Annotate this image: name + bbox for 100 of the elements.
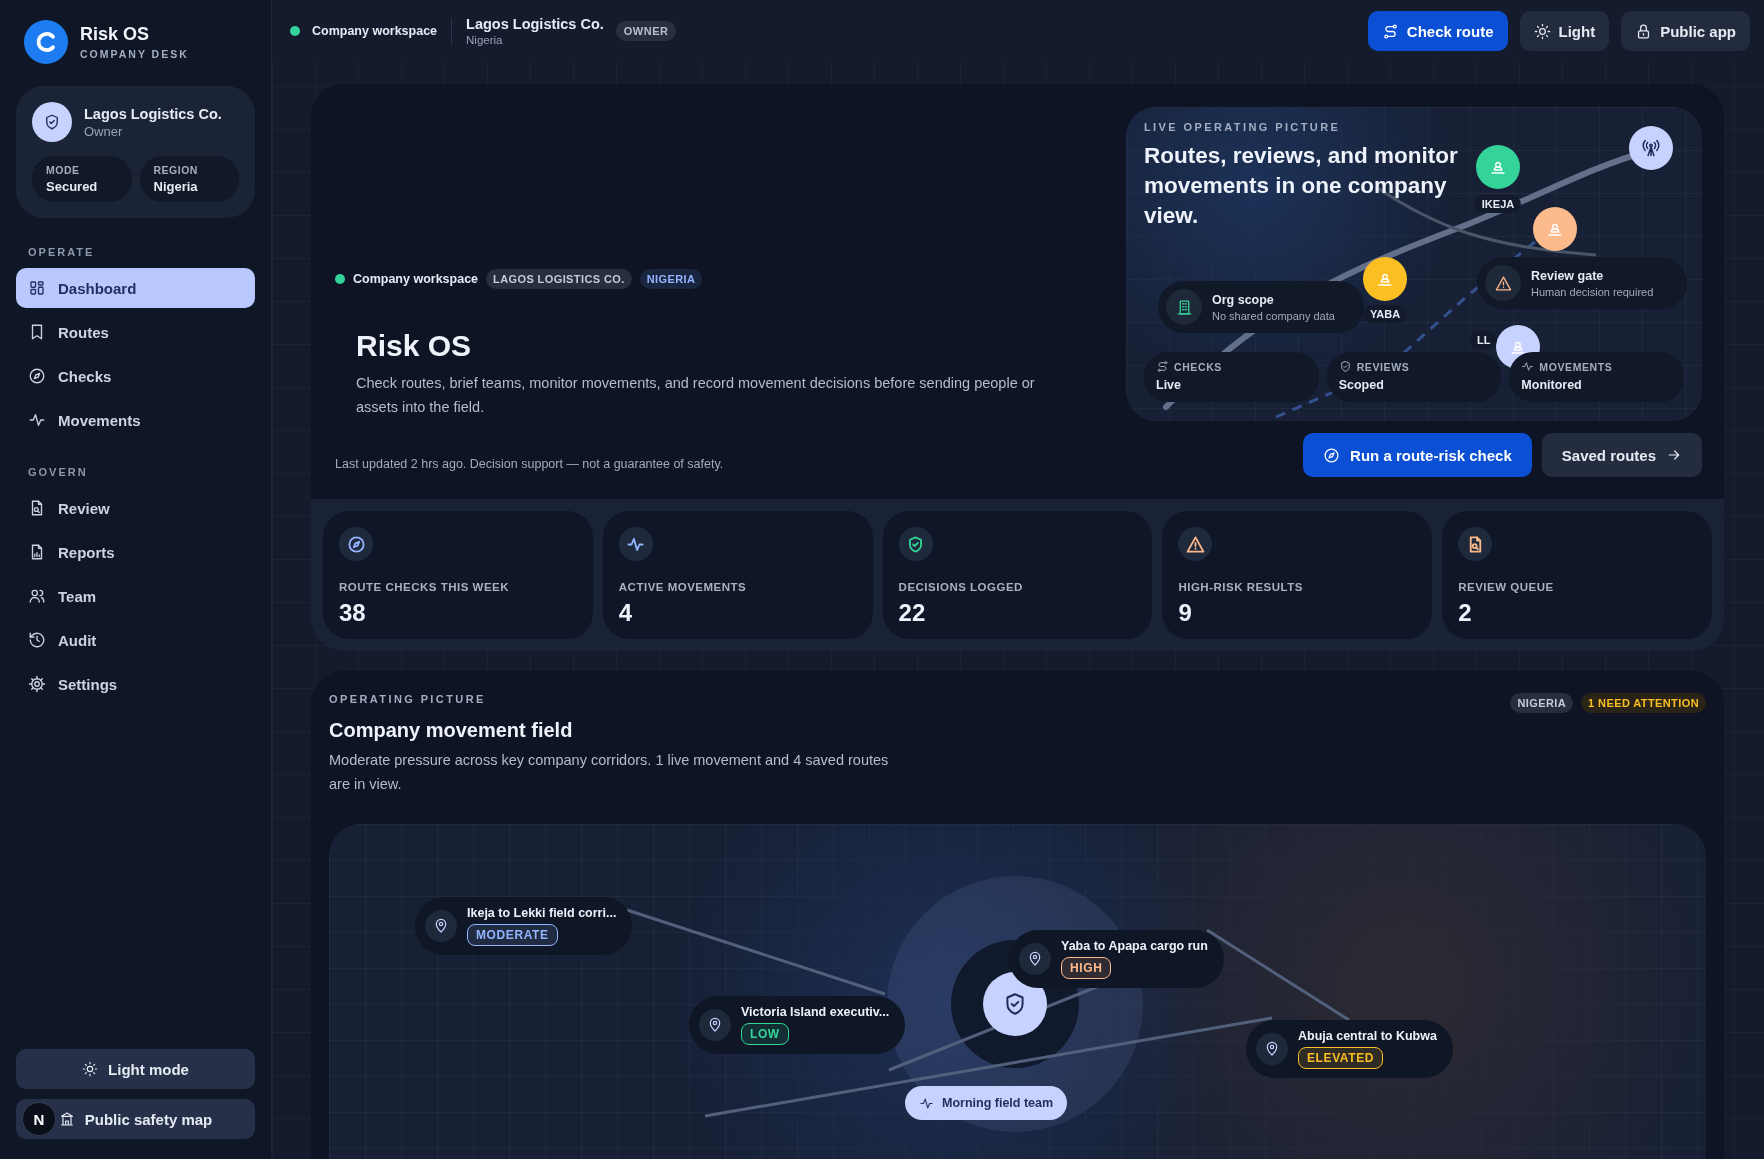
shield-icon (32, 102, 72, 142)
stat-value: 4 (618, 599, 634, 627)
stat-label: REVIEW QUEUE (1458, 581, 1555, 593)
field-label: REGION (153, 164, 199, 176)
route-name: Abuja central to Kubwa (1298, 1029, 1437, 1043)
nav-item[interactable]: Settings (16, 664, 255, 704)
section-description: Moderate pressure across key company corridors. 1 live movement and 4 saved routes are in view. (329, 751, 890, 794)
tag: 1 NEED ATTENTION (1581, 693, 1706, 713)
risk-badge: MODERATE (467, 924, 558, 946)
route-name: Victoria Island executiv... (741, 1005, 890, 1019)
nav-item[interactable]: Team (16, 576, 255, 616)
workspace-label: Company workspace (312, 24, 438, 38)
stat-value: 22 (898, 599, 927, 627)
nav-item[interactable]: Reports (16, 532, 255, 572)
users-icon (28, 587, 46, 605)
card-subtitle: No shared company data (1212, 309, 1335, 322)
activity-icon (1521, 360, 1535, 373)
stat-label: ROUTE CHECKS THIS WEEK (339, 581, 511, 593)
nav-item[interactable]: Review (16, 488, 255, 528)
footnote: Last updated 2 hrs ago. Decision support — not a guarantee of safety. (335, 457, 725, 471)
status-value: Live (1156, 378, 1182, 392)
public-safety-map-button[interactable]: N Public safety map (16, 1099, 255, 1139)
hero-title: Risk OS (356, 329, 473, 363)
stat-value: 38 (339, 599, 367, 627)
run-check-button[interactable]: Run a route-risk check (1303, 433, 1532, 477)
section-title: Company movement field (329, 719, 574, 742)
saved-routes-button[interactable]: Saved routes (1541, 433, 1702, 477)
stat-value: 9 (1178, 599, 1193, 627)
dashboard-icon (28, 279, 46, 297)
antenna-icon (1629, 126, 1673, 170)
company-country: Nigeria (466, 34, 504, 46)
settings-icon (28, 675, 46, 693)
activity-icon (28, 411, 46, 429)
route-node[interactable]: Victoria Island executiv... LOW (689, 996, 906, 1054)
sun-icon (1533, 22, 1551, 40)
nav-item[interactable]: Dashboard (16, 268, 255, 308)
tag: LAGOS LOGISTICS CO. (486, 269, 632, 289)
route-name: Yaba to Apapa cargo run (1061, 939, 1208, 953)
status-label: CHECKS (1174, 360, 1222, 373)
status-dot (290, 26, 300, 36)
team-chip[interactable]: Morning field team (905, 1086, 1068, 1120)
section-label: OPERATE (28, 246, 96, 258)
nav-item[interactable]: Movements (16, 400, 255, 440)
status-label: MOVEMENTS (1539, 360, 1613, 373)
stat-label: HIGH-RISK RESULTS (1178, 581, 1304, 593)
light-mode-button[interactable]: Light mode (16, 1049, 255, 1089)
building-icon (1175, 298, 1193, 316)
history-icon (28, 631, 46, 649)
panel-heading: Routes, reviews, and monitor movements in one company view. (1144, 142, 1459, 230)
app-subtitle: COMPANY DESK (80, 48, 189, 60)
route-name: Ikeja to Lekki field corri... (467, 906, 617, 920)
card-subtitle: Human decision required (1531, 285, 1654, 298)
route-node[interactable]: Abuja central to Kubwa ELEVATED (1246, 1020, 1453, 1078)
landmark-icon (58, 1111, 75, 1127)
card-title: Review gate (1531, 268, 1605, 283)
stat-label: DECISIONS LOGGED (898, 581, 1024, 593)
route-icon (1156, 360, 1169, 373)
card-title: Org scope (1212, 292, 1275, 307)
compass-icon (28, 367, 46, 385)
top-button[interactable]: Light (1519, 11, 1610, 51)
compass-icon (1323, 446, 1341, 464)
nav-item[interactable]: Routes (16, 312, 255, 352)
org-role: Owner (84, 123, 124, 139)
nav-item[interactable]: Checks (16, 356, 255, 396)
route-node[interactable]: Ikeja to Lekki field corri... MODERATE (415, 897, 633, 955)
status-dot (335, 274, 345, 284)
tag: NIGERIA (639, 269, 703, 289)
section-label: GOVERN (28, 466, 89, 478)
route-node[interactable]: Yaba to Apapa cargo run HIGH (1009, 930, 1224, 988)
pin-icon (433, 918, 449, 934)
logo-icon (24, 20, 68, 64)
stat-label: ACTIVE MOVEMENTS (618, 581, 748, 593)
tag: NIGERIA (1510, 693, 1574, 713)
risk-badge: HIGH (1061, 957, 1112, 979)
top-button[interactable]: Public app (1621, 11, 1750, 51)
app-name: Risk OS (80, 24, 151, 45)
status-label: REVIEWS (1356, 360, 1410, 373)
hero-description: Check routes, brief teams, monitor movements, and record movement decisions before sending people or assets into the field. (356, 374, 1036, 417)
pin-label: IKEJA (1474, 195, 1522, 213)
stat-value: 2 (1458, 599, 1473, 627)
workspace-label: Company workspace (353, 272, 479, 286)
arrow-right-icon (1666, 447, 1682, 463)
top-button[interactable]: Check route (1367, 11, 1508, 51)
panel-eyebrow: LIVE OPERATING PICTURE (1144, 121, 1342, 133)
status-value: Scoped (1338, 378, 1385, 392)
org-name: Lagos Logistics Co. (84, 105, 222, 122)
pin-icon (1264, 1041, 1280, 1057)
field-value: Nigeria (153, 179, 199, 194)
dev-badge[interactable]: N (22, 1102, 56, 1136)
shield-icon (1338, 360, 1352, 373)
company-name: Lagos Logistics Co. (466, 16, 604, 32)
role-badge: OWNER (615, 21, 677, 41)
warning-icon (1494, 274, 1512, 292)
route-icon (1381, 22, 1399, 40)
nav-item[interactable]: Audit (16, 620, 255, 660)
pin-label: LL (1470, 331, 1498, 349)
sun-icon (82, 1061, 99, 1077)
field-value: Secured (46, 179, 99, 194)
status-value: Monitored (1521, 378, 1583, 392)
pin-icon (1027, 951, 1043, 967)
